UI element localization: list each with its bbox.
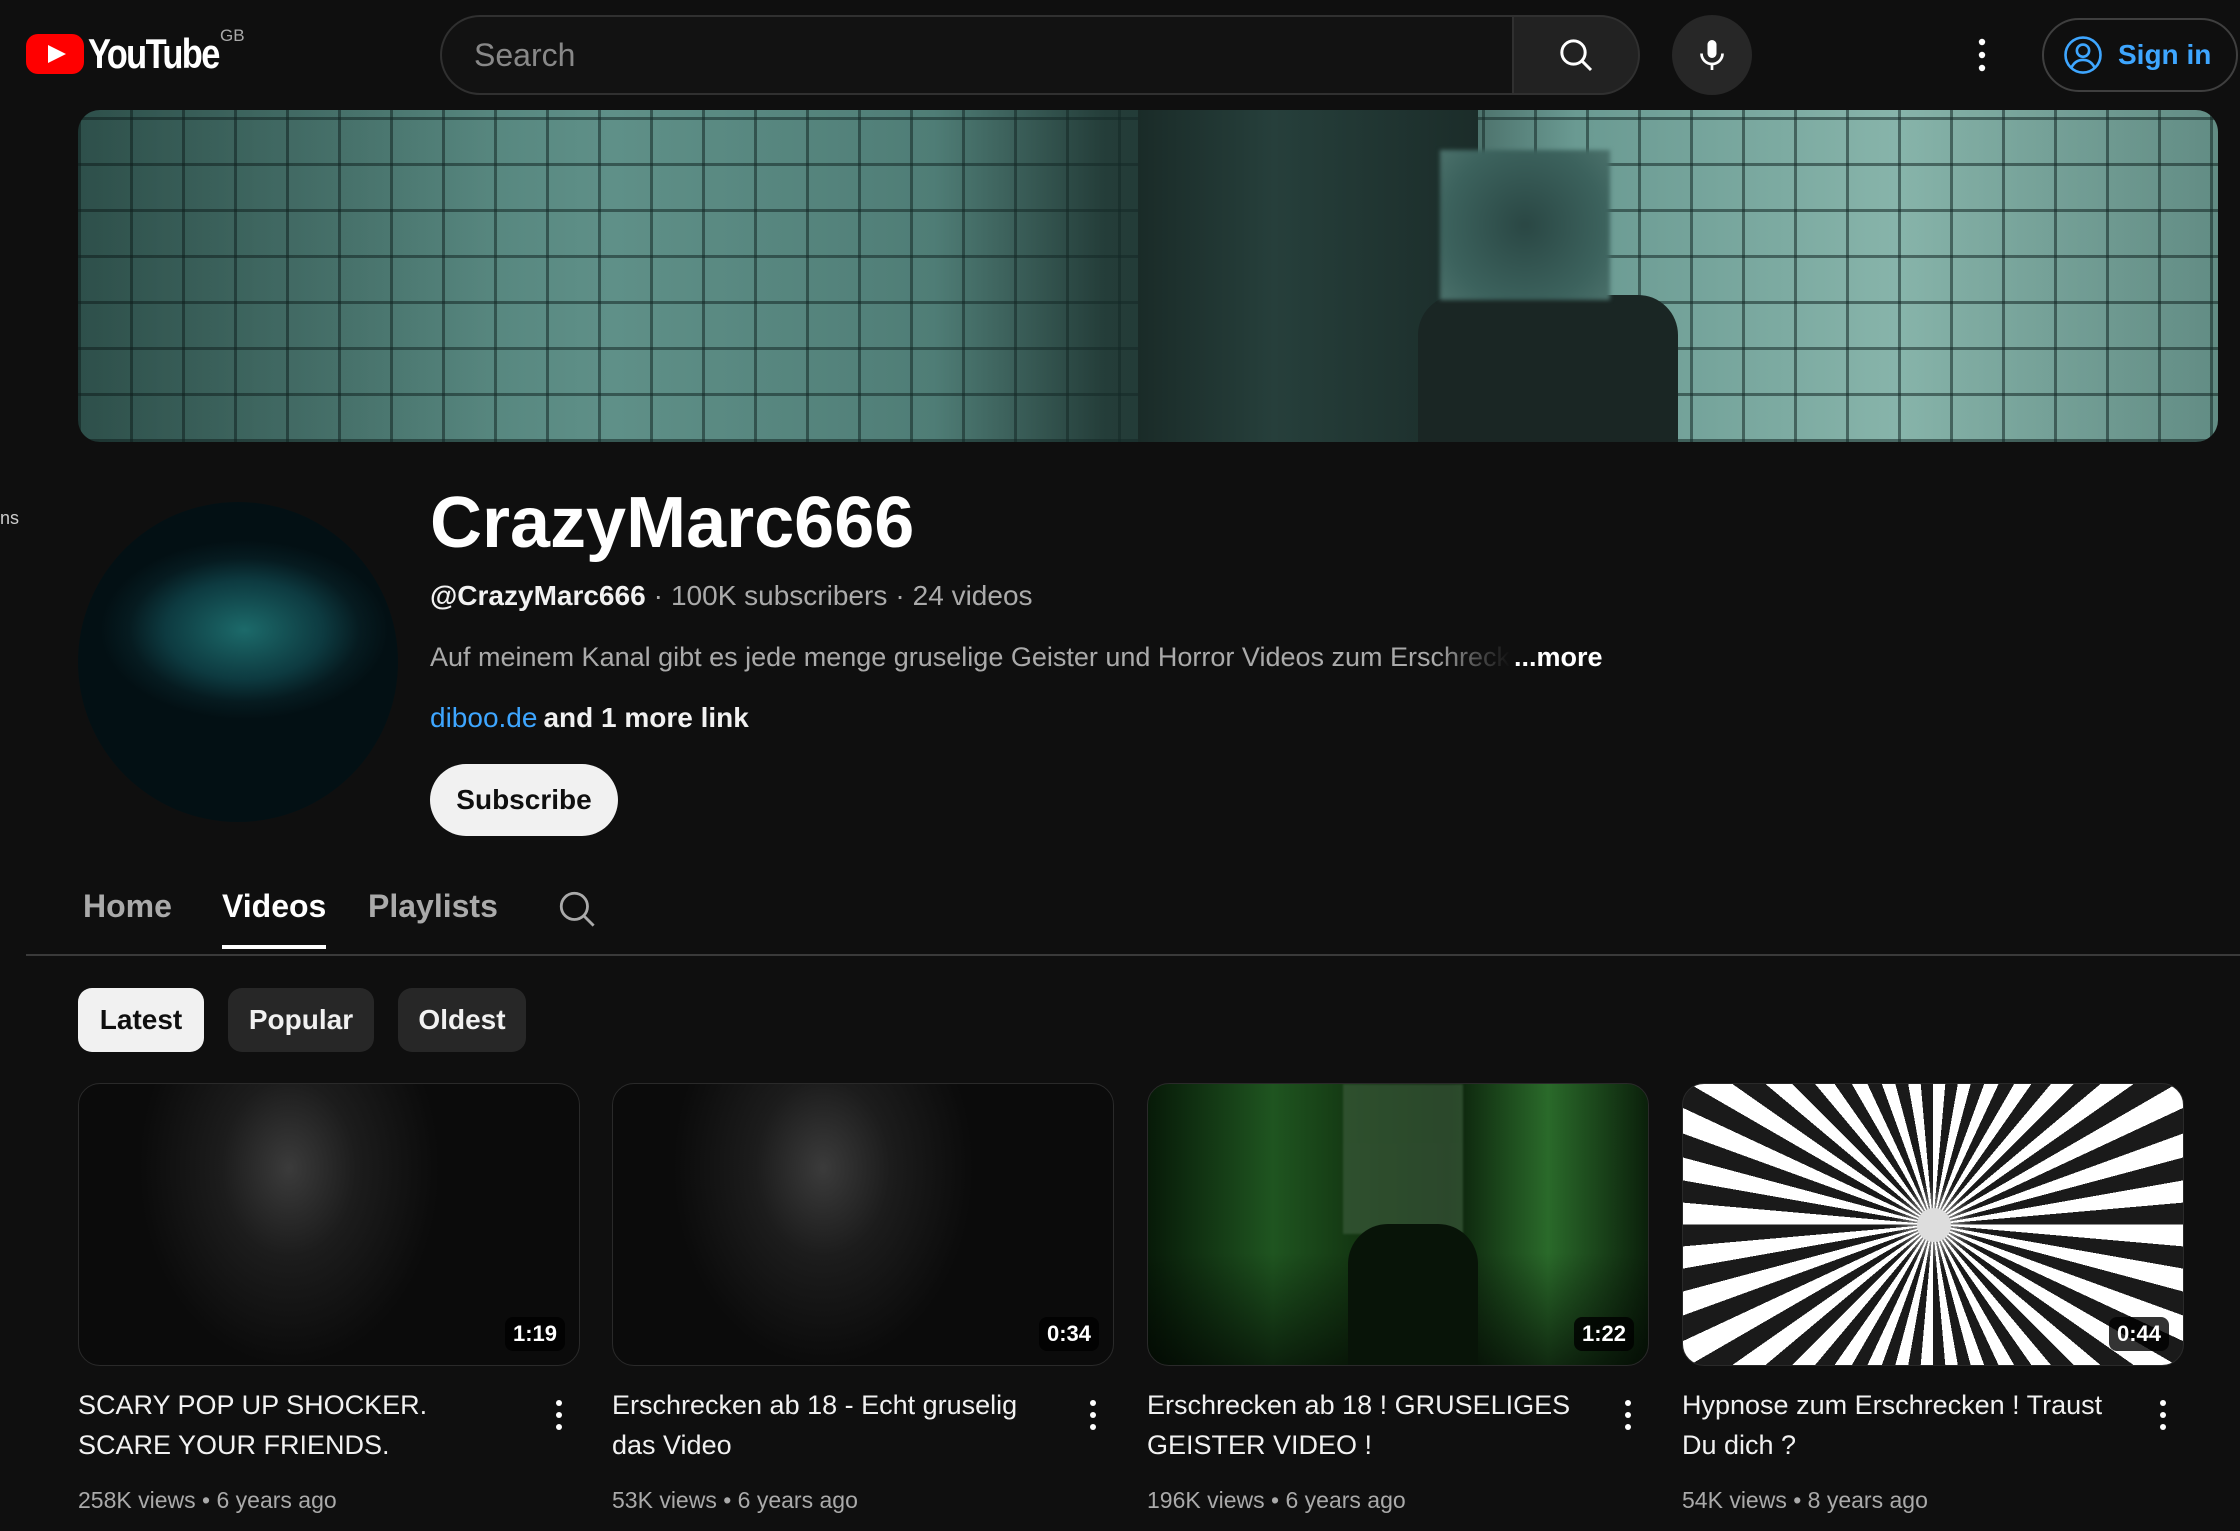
youtube-logo-icon [26, 34, 84, 74]
video-thumbnail[interactable]: 0:34 [612, 1083, 1114, 1366]
sign-in-button[interactable]: Sign in [2042, 18, 2238, 92]
top-bar: YouTube GB Sign in [0, 0, 2240, 110]
channel-avatar [78, 502, 398, 822]
channel-tabs: Home Videos Playlists [26, 868, 2240, 956]
search-icon [1560, 39, 1593, 72]
video-age: 6 years ago [737, 1487, 858, 1513]
tab-videos[interactable]: Videos [222, 888, 327, 949]
video-duration: 0:34 [1038, 1317, 1099, 1351]
video-card[interactable]: 0:44 Hypnose zum Erschrecken ! Traust Du… [1682, 1083, 2184, 1513]
channel-handle: @CrazyMarc666 [430, 580, 646, 611]
video-duration: 1:19 [504, 1317, 565, 1351]
video-stats: 196K views • 6 years ago [1147, 1487, 1406, 1513]
meta-separator: · [653, 580, 663, 611]
subscribe-button[interactable]: Subscribe [430, 764, 618, 836]
thumbnail-blurred-face [1343, 1084, 1463, 1234]
video-views: 258K views [78, 1487, 196, 1513]
video-title[interactable]: Hypnose zum Erschrecken ! Traust Du dich… [1682, 1385, 2122, 1465]
video-age: 6 years ago [216, 1487, 337, 1513]
search-button[interactable] [1512, 15, 1640, 95]
tab-playlists[interactable]: Playlists [368, 888, 498, 945]
more-vertical-icon [2160, 1400, 2166, 1430]
sidebar-edge-fragment: ns [0, 508, 20, 528]
voice-search-button[interactable] [1672, 15, 1752, 95]
account-circle-icon [2064, 36, 2102, 74]
channel-description[interactable]: Auf meinem Kanal gibt es jede menge grus… [430, 642, 1630, 673]
video-menu-button[interactable] [544, 1395, 574, 1435]
video-card[interactable]: 1:19 SCARY POP UP SHOCKER. SCARE YOUR FR… [78, 1083, 580, 1513]
more-vertical-icon [1978, 38, 1986, 72]
search-input[interactable] [442, 17, 1512, 93]
description-text: Auf meinem Kanal gibt es jede menge grus… [430, 642, 1511, 672]
video-stats: 54K views • 8 years ago [1682, 1487, 1928, 1513]
video-duration: 0:44 [2108, 1317, 2169, 1351]
logo-text: YouTube [88, 30, 220, 77]
sign-in-label: Sign in [2118, 39, 2212, 70]
video-stats: 258K views • 6 years ago [78, 1487, 337, 1513]
video-title[interactable]: SCARY POP UP SHOCKER. SCARE YOUR FRIENDS… [78, 1385, 518, 1465]
chip-oldest[interactable]: Oldest [398, 988, 526, 1052]
video-views: 54K views [1682, 1487, 1787, 1513]
video-menu-button[interactable] [1613, 1395, 1643, 1435]
video-duration: 1:22 [1573, 1317, 1634, 1351]
region-label: GB [220, 26, 245, 45]
settings-menu-button[interactable] [1962, 30, 2002, 80]
video-card[interactable]: 1:22 Erschrecken ab 18 ! GRUSELIGES GEIS… [1147, 1083, 1649, 1513]
subscriber-count: 100K subscribers [670, 580, 888, 611]
video-title[interactable]: Erschrecken ab 18 - Echt gruselig das Vi… [612, 1385, 1052, 1465]
description-more-button[interactable]: ...more [1514, 642, 1603, 672]
tab-search-button[interactable] [556, 888, 598, 935]
video-title[interactable]: Erschrecken ab 18 ! GRUSELIGES GEISTER V… [1147, 1385, 1587, 1465]
tab-home[interactable]: Home [83, 888, 172, 945]
video-thumbnail[interactable]: 1:19 [78, 1083, 580, 1366]
video-menu-button[interactable] [2148, 1395, 2178, 1435]
youtube-logo[interactable]: YouTube [26, 30, 247, 78]
search-box[interactable] [440, 15, 1512, 95]
banner-blurred-face [1440, 150, 1610, 300]
banner-figure [1418, 295, 1678, 442]
channel-name: CrazyMarc666 [430, 483, 915, 563]
channel-links: diboo.de and 1 more link [430, 702, 749, 734]
microphone-icon [1700, 40, 1724, 70]
channel-banner [78, 110, 2218, 442]
video-card[interactable]: 0:34 Erschrecken ab 18 - Echt gruselig d… [612, 1083, 1114, 1513]
meta-separator: · [895, 580, 905, 611]
channel-link[interactable]: diboo.de [430, 702, 537, 733]
chip-latest[interactable]: Latest [78, 988, 204, 1052]
video-age: 8 years ago [1807, 1487, 1928, 1513]
video-views: 53K views [612, 1487, 717, 1513]
channel-meta: @CrazyMarc666 · 100K subscribers · 24 vi… [430, 580, 1033, 612]
video-thumbnail[interactable]: 1:22 [1147, 1083, 1649, 1366]
video-age: 6 years ago [1285, 1487, 1406, 1513]
video-thumbnail[interactable]: 0:44 [1682, 1083, 2184, 1366]
more-links-button[interactable]: and 1 more link [543, 702, 748, 733]
more-vertical-icon [1090, 1400, 1096, 1430]
video-stats: 53K views • 6 years ago [612, 1487, 858, 1513]
chip-popular[interactable]: Popular [228, 988, 374, 1052]
video-views: 196K views [1147, 1487, 1265, 1513]
more-vertical-icon [1625, 1400, 1631, 1430]
video-menu-button[interactable] [1078, 1395, 1108, 1435]
video-count: 24 videos [912, 580, 1033, 611]
more-vertical-icon [556, 1400, 562, 1430]
thumbnail-figure [1348, 1224, 1478, 1365]
search-icon [559, 891, 595, 927]
